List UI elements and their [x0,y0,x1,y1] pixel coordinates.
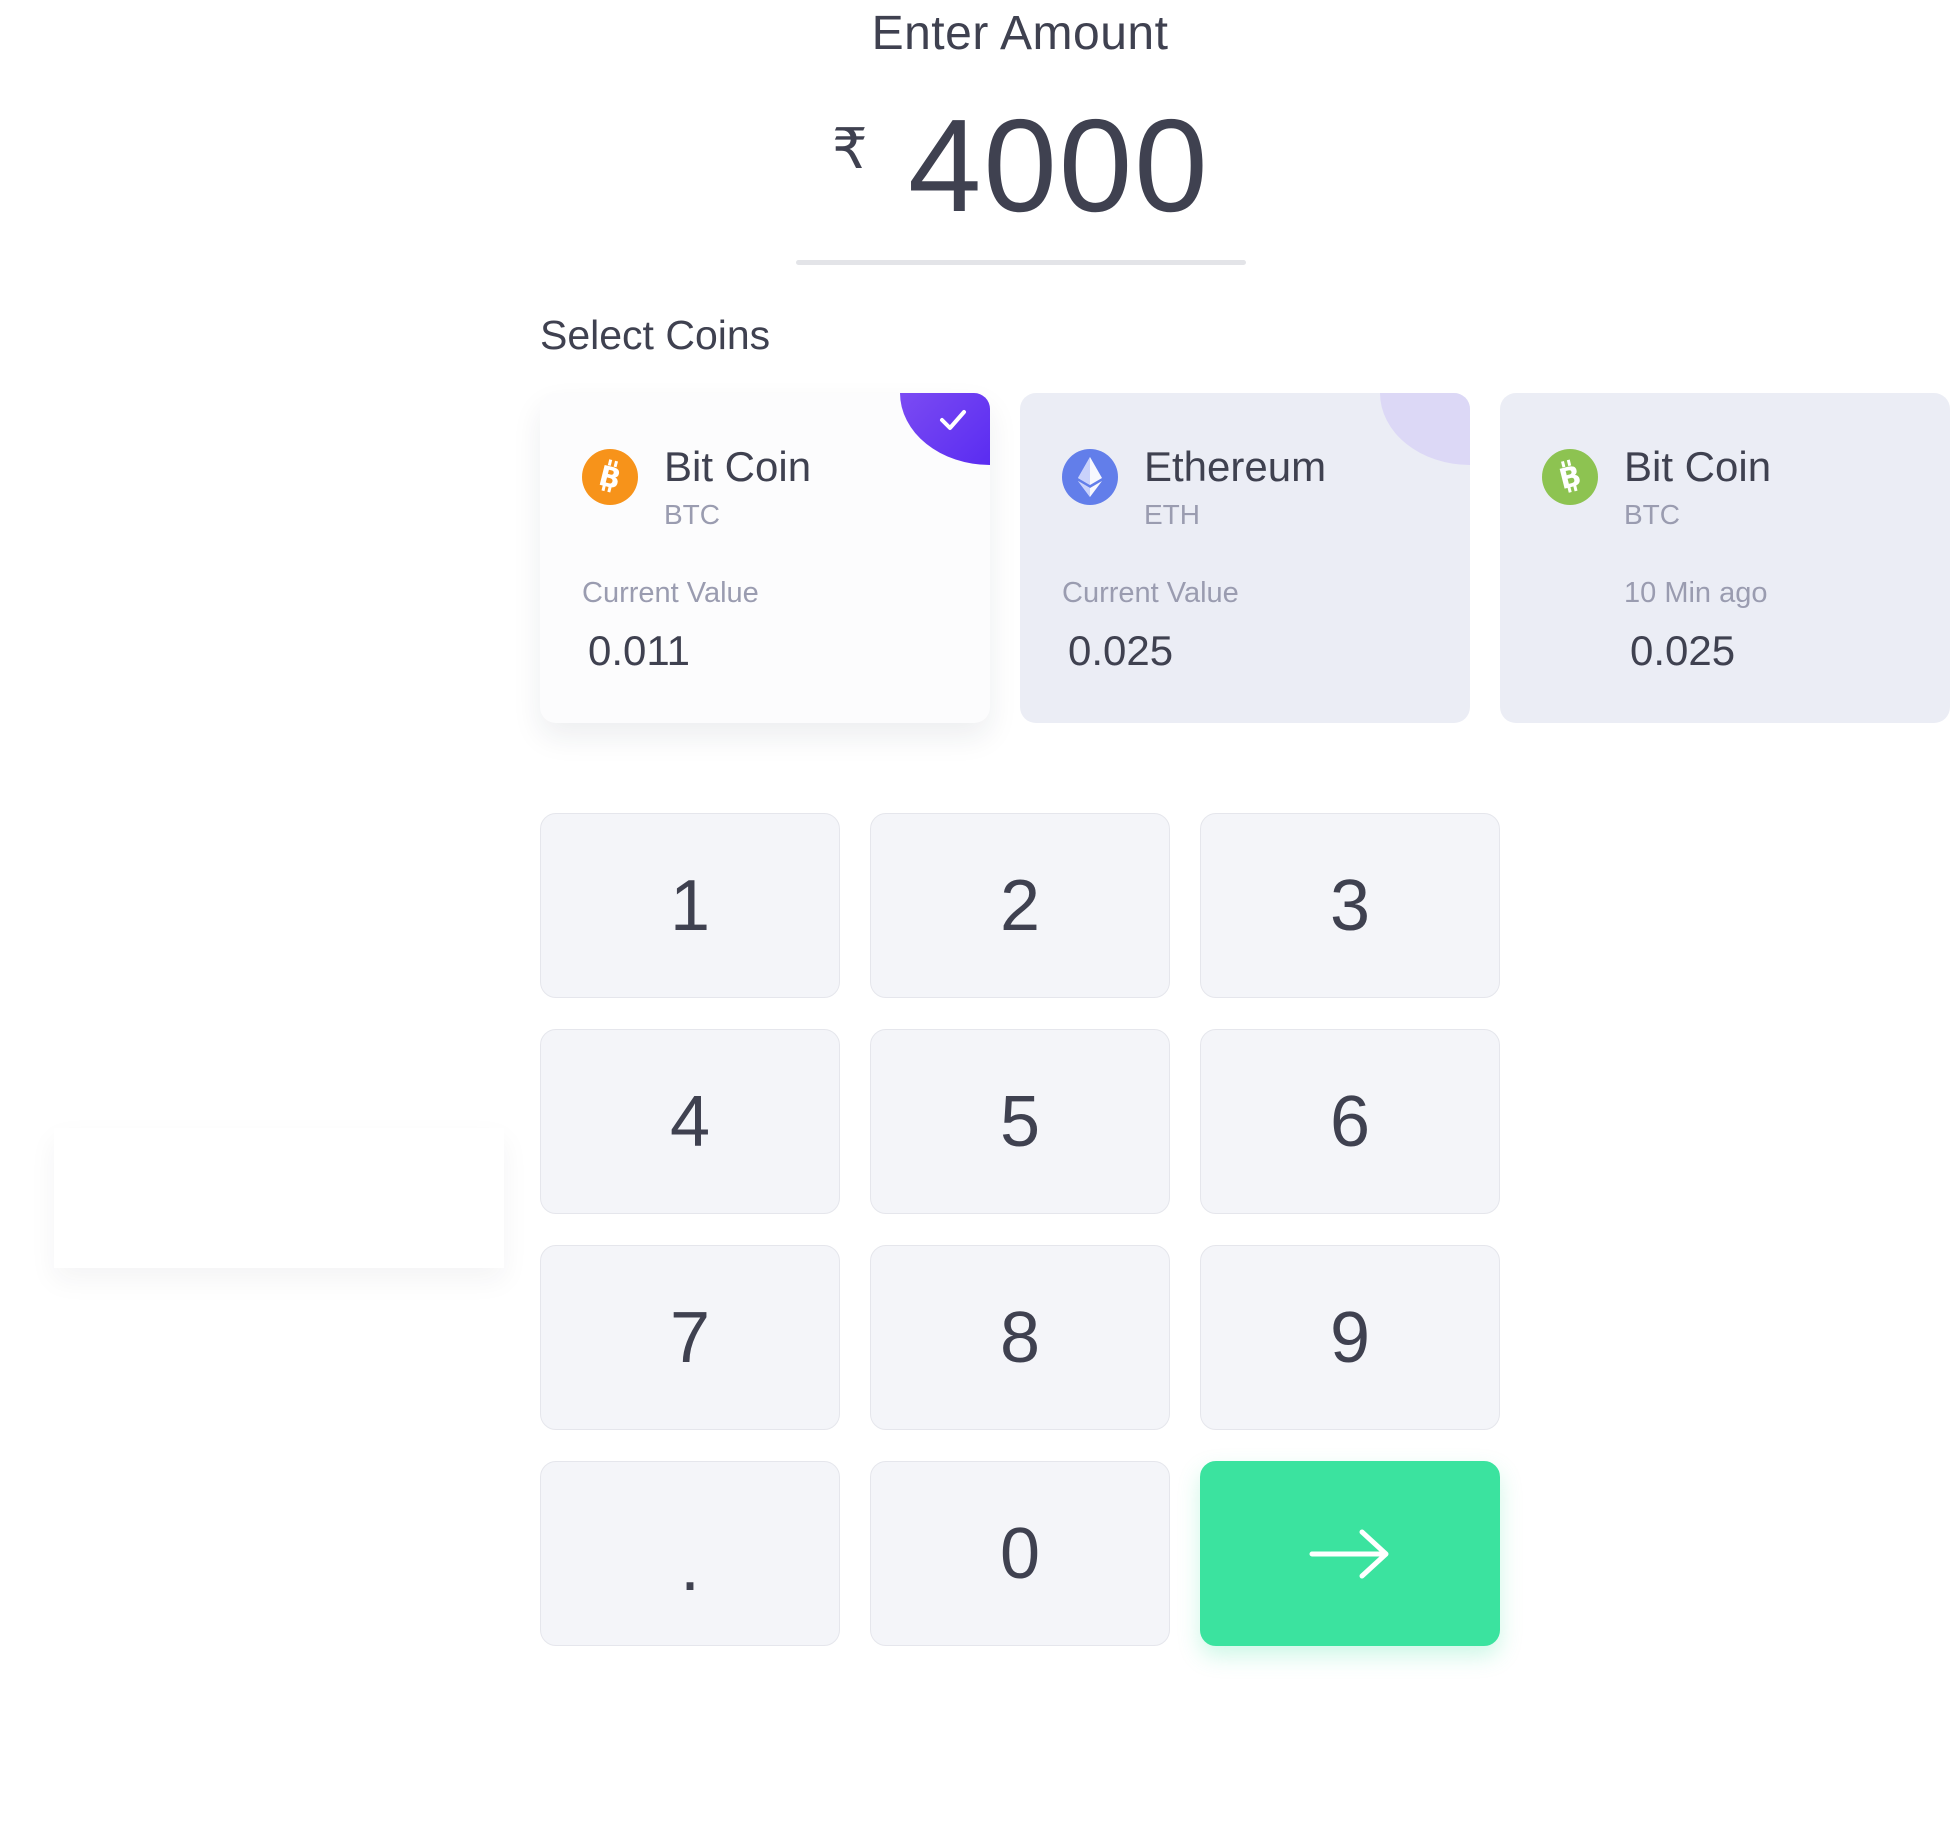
key-6[interactable]: 6 [1200,1029,1500,1214]
coin-card-bitcoin-2[interactable]: B Bit Coin BTC 10 Min ago 0.025 [1500,393,1950,723]
currency-symbol: ₹ [832,117,868,180]
coin-card-ethereum[interactable]: Ethereum ETH Current Value 0.025 [1020,393,1470,723]
submit-button[interactable] [1200,1461,1500,1646]
check-icon [940,410,966,430]
coin-meta-label: Current Value [1062,577,1239,609]
coin-name: Bit Coin [664,443,812,490]
coin-value: 0.025 [1630,627,1736,674]
amount-underline [796,260,1246,265]
key-label: 3 [1329,865,1371,946]
key-label: 0 [999,1513,1041,1594]
key-label: 9 [1329,1297,1371,1378]
key-label: 8 [999,1297,1041,1378]
key-label: 4 [669,1081,711,1162]
key-9[interactable]: 9 [1200,1245,1500,1430]
bitcoin-icon: B [1542,449,1598,505]
numeric-keypad: 1 2 3 4 5 6 7 8 9 . 0 [540,813,1500,1646]
key-label: 6 [1329,1081,1371,1162]
key-1[interactable]: 1 [540,813,840,998]
key-label: 1 [669,865,711,946]
key-5[interactable]: 5 [870,1029,1170,1214]
coin-name: Ethereum [1144,443,1327,490]
key-0[interactable]: 0 [870,1461,1170,1646]
key-3[interactable]: 3 [1200,813,1500,998]
key-4[interactable]: 4 [540,1029,840,1214]
key-decimal[interactable]: . [540,1461,840,1646]
key-label: . [679,1525,700,1606]
coin-value: 0.025 [1068,627,1174,674]
key-2[interactable]: 2 [870,813,1170,998]
coin-symbol: ETH [1144,499,1200,530]
coin-card-bitcoin[interactable]: B Bit Coin BTC Current Value 0.011 [540,393,990,723]
card-corner-decoration [1380,393,1470,465]
key-label: 2 [999,865,1041,946]
coin-meta-label: 10 Min ago [1624,577,1768,609]
coin-meta-label: Current Value [582,577,759,609]
selected-corner [900,393,990,465]
coin-symbol: BTC [664,499,720,530]
bitcoin-icon: B [582,449,638,505]
key-label: 5 [999,1081,1041,1162]
coin-symbol: BTC [1624,499,1680,530]
ethereum-icon [1062,449,1118,505]
key-label: 7 [669,1297,711,1378]
background-panel [54,1128,504,1268]
arrow-right-icon [1309,1529,1389,1578]
key-7[interactable]: 7 [540,1245,840,1430]
key-8[interactable]: 8 [870,1245,1170,1430]
select-coins-label: Select Coins [540,312,771,358]
coin-value: 0.011 [588,627,690,674]
page-title: Enter Amount [871,7,1169,60]
amount-display[interactable]: ₹ 4000 [796,96,1246,266]
amount-value: 4000 [908,92,1210,239]
coin-name: Bit Coin [1624,443,1772,490]
